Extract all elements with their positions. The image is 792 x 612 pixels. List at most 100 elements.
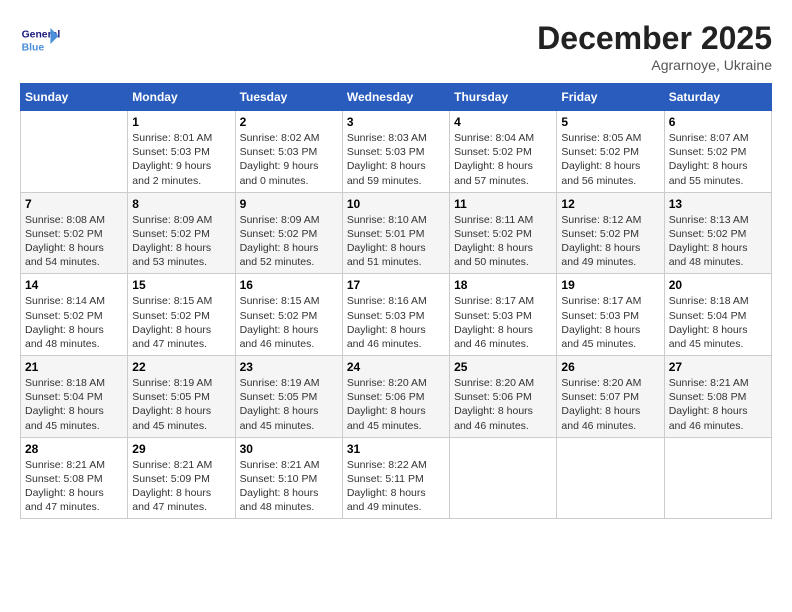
day-number: 16: [240, 278, 338, 292]
calendar-cell: 20 Sunrise: 8:18 AMSunset: 5:04 PMDayligh…: [664, 274, 771, 356]
cell-text: Sunrise: 8:09 AMSunset: 5:02 PMDaylight:…: [132, 213, 230, 270]
calendar-cell: 18 Sunrise: 8:17 AMSunset: 5:03 PMDayligh…: [450, 274, 557, 356]
cell-text: Sunrise: 8:08 AMSunset: 5:02 PMDaylight:…: [25, 213, 123, 270]
calendar-cell: 15 Sunrise: 8:15 AMSunset: 5:02 PMDayligh…: [128, 274, 235, 356]
calendar-cell: 25 Sunrise: 8:20 AMSunset: 5:06 PMDayligh…: [450, 356, 557, 438]
cell-text: Sunrise: 8:11 AMSunset: 5:02 PMDaylight:…: [454, 213, 552, 270]
cell-text: Sunrise: 8:17 AMSunset: 5:03 PMDaylight:…: [454, 294, 552, 351]
calendar-week-row: 21 Sunrise: 8:18 AMSunset: 5:04 PMDayligh…: [21, 356, 772, 438]
cell-text: Sunrise: 8:18 AMSunset: 5:04 PMDaylight:…: [25, 376, 123, 433]
cell-text: Sunrise: 8:05 AMSunset: 5:02 PMDaylight:…: [561, 131, 659, 188]
day-number: 10: [347, 197, 445, 211]
cell-text: Sunrise: 8:09 AMSunset: 5:02 PMDaylight:…: [240, 213, 338, 270]
day-number: 5: [561, 115, 659, 129]
cell-text: Sunrise: 8:18 AMSunset: 5:04 PMDaylight:…: [669, 294, 767, 351]
calendar-header-thursday: Thursday: [450, 84, 557, 111]
calendar-cell: 2 Sunrise: 8:02 AMSunset: 5:03 PMDaylight…: [235, 111, 342, 193]
day-number: 15: [132, 278, 230, 292]
cell-text: Sunrise: 8:01 AMSunset: 5:03 PMDaylight:…: [132, 131, 230, 188]
cell-text: Sunrise: 8:10 AMSunset: 5:01 PMDaylight:…: [347, 213, 445, 270]
calendar-cell: 1 Sunrise: 8:01 AMSunset: 5:03 PMDaylight…: [128, 111, 235, 193]
day-number: 3: [347, 115, 445, 129]
calendar-cell: 21 Sunrise: 8:18 AMSunset: 5:04 PMDayligh…: [21, 356, 128, 438]
page-header: General Blue December 2025 Agrarnoye, Uk…: [20, 20, 772, 73]
cell-text: Sunrise: 8:17 AMSunset: 5:03 PMDaylight:…: [561, 294, 659, 351]
calendar-cell: 13 Sunrise: 8:13 AMSunset: 5:02 PMDayligh…: [664, 192, 771, 274]
day-number: 30: [240, 442, 338, 456]
day-number: 6: [669, 115, 767, 129]
day-number: 13: [669, 197, 767, 211]
day-number: 23: [240, 360, 338, 374]
calendar-cell: [664, 437, 771, 519]
cell-text: Sunrise: 8:13 AMSunset: 5:02 PMDaylight:…: [669, 213, 767, 270]
calendar-header-row: SundayMondayTuesdayWednesdayThursdayFrid…: [21, 84, 772, 111]
day-number: 19: [561, 278, 659, 292]
cell-text: Sunrise: 8:22 AMSunset: 5:11 PMDaylight:…: [347, 458, 445, 515]
cell-text: Sunrise: 8:04 AMSunset: 5:02 PMDaylight:…: [454, 131, 552, 188]
calendar-week-row: 7 Sunrise: 8:08 AMSunset: 5:02 PMDaylight…: [21, 192, 772, 274]
day-number: 2: [240, 115, 338, 129]
cell-text: Sunrise: 8:20 AMSunset: 5:07 PMDaylight:…: [561, 376, 659, 433]
day-number: 27: [669, 360, 767, 374]
calendar-cell: 4Sunrise: 8:04 AMSunset: 5:02 PMDaylight…: [450, 111, 557, 193]
logo: General Blue: [20, 20, 64, 60]
calendar-cell: 16 Sunrise: 8:15 AMSunset: 5:02 PMDayligh…: [235, 274, 342, 356]
calendar-cell: 11Sunrise: 8:11 AMSunset: 5:02 PMDayligh…: [450, 192, 557, 274]
calendar-header-saturday: Saturday: [664, 84, 771, 111]
page-title: December 2025: [537, 20, 772, 57]
calendar-cell: [557, 437, 664, 519]
day-number: 18: [454, 278, 552, 292]
day-number: 1: [132, 115, 230, 129]
cell-text: Sunrise: 8:20 AMSunset: 5:06 PMDaylight:…: [347, 376, 445, 433]
calendar-cell: 6 Sunrise: 8:07 AMSunset: 5:02 PMDaylight…: [664, 111, 771, 193]
cell-text: Sunrise: 8:20 AMSunset: 5:06 PMDaylight:…: [454, 376, 552, 433]
calendar-cell: 30 Sunrise: 8:21 AMSunset: 5:10 PMDayligh…: [235, 437, 342, 519]
cell-text: Sunrise: 8:21 AMSunset: 5:08 PMDaylight:…: [669, 376, 767, 433]
day-number: 29: [132, 442, 230, 456]
calendar-cell: 14 Sunrise: 8:14 AMSunset: 5:02 PMDayligh…: [21, 274, 128, 356]
calendar-cell: 24Sunrise: 8:20 AMSunset: 5:06 PMDayligh…: [342, 356, 449, 438]
calendar-header-sunday: Sunday: [21, 84, 128, 111]
calendar-week-row: 1 Sunrise: 8:01 AMSunset: 5:03 PMDaylight…: [21, 111, 772, 193]
calendar-body: 1 Sunrise: 8:01 AMSunset: 5:03 PMDaylight…: [21, 111, 772, 519]
svg-text:Blue: Blue: [22, 42, 45, 53]
calendar-cell: 23Sunrise: 8:19 AMSunset: 5:05 PMDayligh…: [235, 356, 342, 438]
cell-text: Sunrise: 8:12 AMSunset: 5:02 PMDaylight:…: [561, 213, 659, 270]
day-number: 31: [347, 442, 445, 456]
day-number: 9: [240, 197, 338, 211]
cell-text: Sunrise: 8:03 AMSunset: 5:03 PMDaylight:…: [347, 131, 445, 188]
cell-text: Sunrise: 8:02 AMSunset: 5:03 PMDaylight:…: [240, 131, 338, 188]
cell-text: Sunrise: 8:14 AMSunset: 5:02 PMDaylight:…: [25, 294, 123, 351]
calendar-cell: [21, 111, 128, 193]
cell-text: Sunrise: 8:21 AMSunset: 5:10 PMDaylight:…: [240, 458, 338, 515]
calendar-cell: 10 Sunrise: 8:10 AMSunset: 5:01 PMDayligh…: [342, 192, 449, 274]
day-number: 14: [25, 278, 123, 292]
calendar-cell: 12 Sunrise: 8:12 AMSunset: 5:02 PMDayligh…: [557, 192, 664, 274]
calendar-cell: 17Sunrise: 8:16 AMSunset: 5:03 PMDayligh…: [342, 274, 449, 356]
calendar-cell: 9 Sunrise: 8:09 AMSunset: 5:02 PMDaylight…: [235, 192, 342, 274]
calendar-cell: 28Sunrise: 8:21 AMSunset: 5:08 PMDayligh…: [21, 437, 128, 519]
calendar-cell: 26Sunrise: 8:20 AMSunset: 5:07 PMDayligh…: [557, 356, 664, 438]
cell-text: Sunrise: 8:21 AMSunset: 5:09 PMDaylight:…: [132, 458, 230, 515]
calendar-cell: 31 Sunrise: 8:22 AMSunset: 5:11 PMDayligh…: [342, 437, 449, 519]
title-section: December 2025 Agrarnoye, Ukraine: [537, 20, 772, 73]
day-number: 25: [454, 360, 552, 374]
calendar-header-monday: Monday: [128, 84, 235, 111]
day-number: 21: [25, 360, 123, 374]
day-number: 20: [669, 278, 767, 292]
day-number: 12: [561, 197, 659, 211]
calendar-week-row: 14 Sunrise: 8:14 AMSunset: 5:02 PMDayligh…: [21, 274, 772, 356]
calendar-cell: 3 Sunrise: 8:03 AMSunset: 5:03 PMDaylight…: [342, 111, 449, 193]
day-number: 8: [132, 197, 230, 211]
cell-text: Sunrise: 8:15 AMSunset: 5:02 PMDaylight:…: [240, 294, 338, 351]
calendar-header-friday: Friday: [557, 84, 664, 111]
cell-text: Sunrise: 8:16 AMSunset: 5:03 PMDaylight:…: [347, 294, 445, 351]
calendar-cell: 27 Sunrise: 8:21 AMSunset: 5:08 PMDayligh…: [664, 356, 771, 438]
cell-text: Sunrise: 8:19 AMSunset: 5:05 PMDaylight:…: [132, 376, 230, 433]
page-subtitle: Agrarnoye, Ukraine: [537, 57, 772, 73]
day-number: 28: [25, 442, 123, 456]
cell-text: Sunrise: 8:07 AMSunset: 5:02 PMDaylight:…: [669, 131, 767, 188]
calendar-cell: 5 Sunrise: 8:05 AMSunset: 5:02 PMDaylight…: [557, 111, 664, 193]
cell-text: Sunrise: 8:15 AMSunset: 5:02 PMDaylight:…: [132, 294, 230, 351]
day-number: 7: [25, 197, 123, 211]
